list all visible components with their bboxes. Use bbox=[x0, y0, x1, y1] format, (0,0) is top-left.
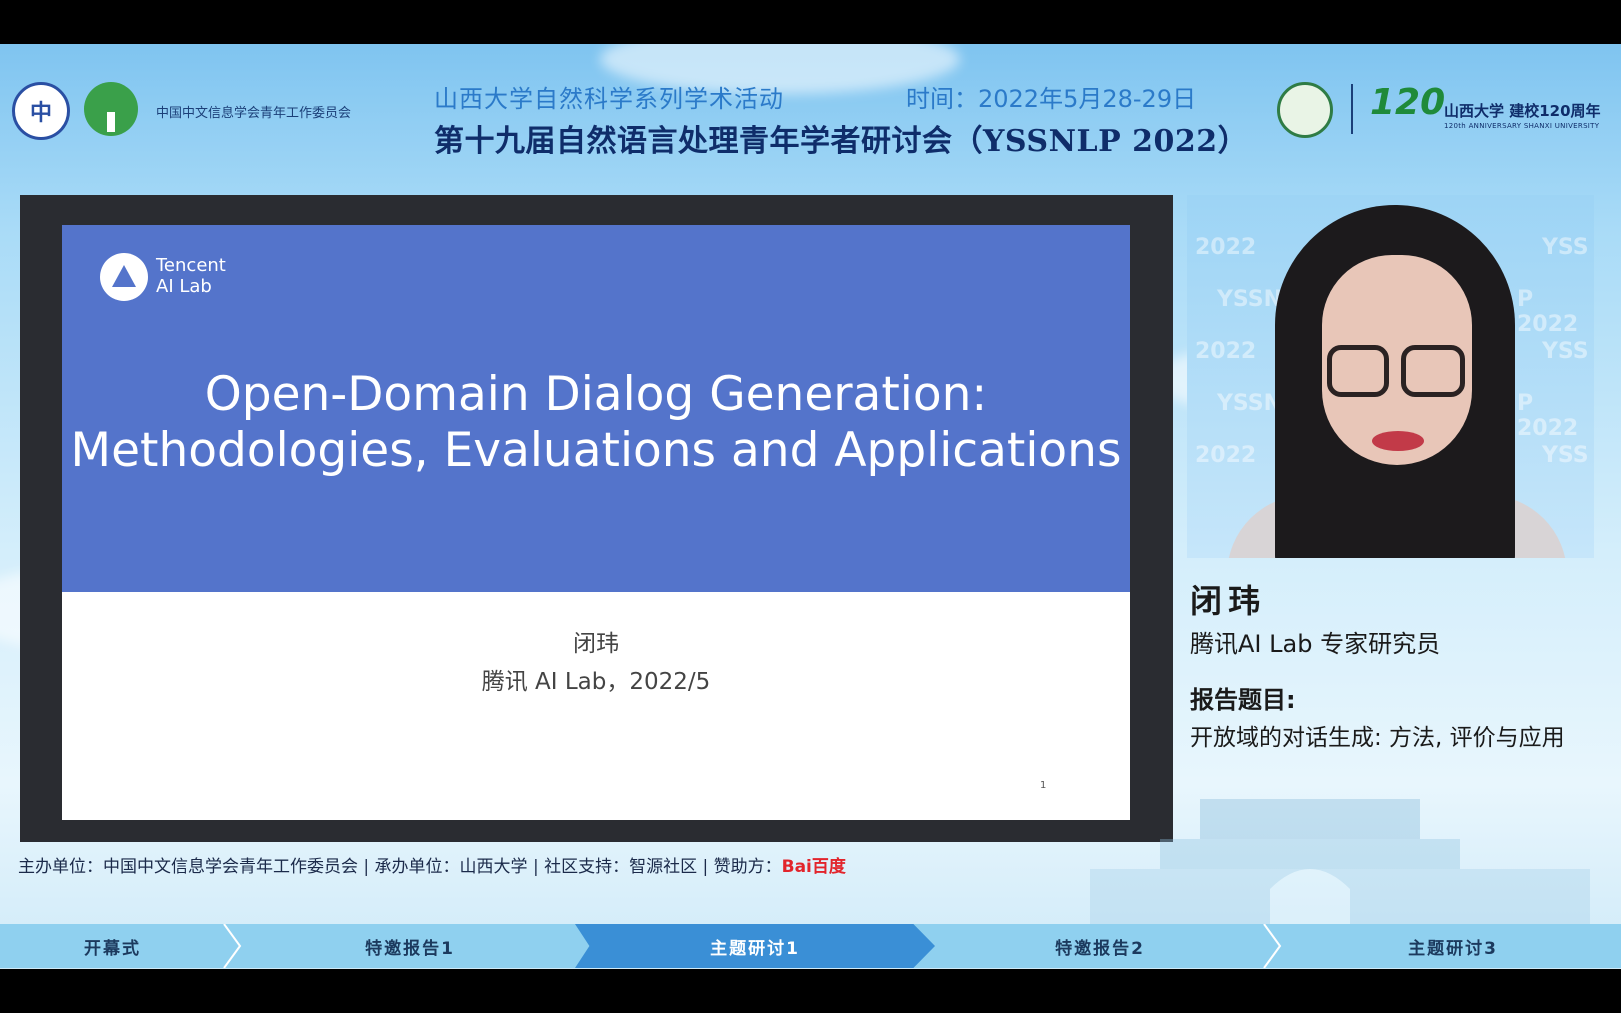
slide-viewer: Tencent AI Lab Open-Domain Dialog Genera… bbox=[20, 195, 1173, 842]
anniversary-english: 120th ANNIVERSARY SHANXI UNIVERSITY bbox=[1444, 122, 1600, 130]
nav-item-panel1[interactable]: 主题研讨1 bbox=[590, 924, 920, 968]
slide-title: Open-Domain Dialog Generation: Methodolo… bbox=[62, 367, 1130, 479]
slide-affiliation: 腾讯 AI Lab，2022/5 bbox=[481, 669, 711, 695]
chevron-right-icon bbox=[1263, 924, 1282, 968]
topic-text: 开放域的对话生成: 方法, 评价与应用 bbox=[1190, 725, 1565, 751]
nav-item-opening[interactable]: 开幕式 bbox=[0, 924, 225, 968]
sponsor-text: 主办单位：中国中文信息学会青年工作委员会 | 承办单位：山西大学 | 社区支持：… bbox=[18, 857, 782, 877]
anniversary-logo: 120 bbox=[1370, 82, 1446, 123]
header-divider bbox=[1351, 84, 1353, 134]
speaker-position: 腾讯AI Lab 专家研究员 bbox=[1190, 630, 1441, 658]
sponsor-line: 主办单位：中国中文信息学会青年工作委员会 | 承办单位：山西大学 | 社区支持：… bbox=[18, 852, 846, 877]
glasses-icon bbox=[1401, 345, 1465, 397]
university-building-illustration bbox=[1090, 799, 1590, 934]
slide-author-block: 闭玮 腾讯 AI Lab，2022/5 bbox=[62, 625, 1130, 701]
baidu-logo: Bai百度 bbox=[781, 857, 846, 877]
slide-title-line1: Open-Domain Dialog Generation: bbox=[204, 367, 988, 422]
tencent-ai-lab-brand: Tencent AI Lab bbox=[156, 255, 226, 297]
event-time: 时间：2022年5月28-29日 bbox=[906, 85, 1197, 113]
slide-page-number: 1 bbox=[1040, 780, 1047, 791]
slide-title-line2: Methodologies, Evaluations and Applicati… bbox=[70, 423, 1122, 478]
chevron-right-icon bbox=[223, 924, 242, 968]
conference-frame: 中 中国中文信息学会青年工作委员会 山西大学自然科学系列学术活动 时间：2022… bbox=[0, 44, 1621, 969]
speaker-video: 2022 YSSN 2022 YSSN 2022 YSS P 2022 YSS … bbox=[1187, 195, 1594, 558]
presentation-slide: Tencent AI Lab Open-Domain Dialog Genera… bbox=[62, 225, 1130, 820]
nav-item-keynote1[interactable]: 特邀报告1 bbox=[245, 924, 575, 968]
tencent-ai-lab-icon bbox=[100, 253, 148, 301]
organizer-name: 中国中文信息学会青年工作委员会 bbox=[156, 106, 352, 121]
tree-logo bbox=[84, 82, 138, 136]
shanxi-university-seal bbox=[1277, 82, 1333, 138]
brand-line2: AI Lab bbox=[156, 276, 212, 297]
slide-title-area: Tencent AI Lab Open-Domain Dialog Genera… bbox=[62, 225, 1130, 592]
anniversary-text: 山西大学 建校120周年 bbox=[1444, 102, 1601, 120]
event-series: 山西大学自然科学系列学术活动 bbox=[434, 85, 784, 113]
speaker-lips bbox=[1372, 431, 1424, 451]
speaker-name: 闭玮 bbox=[1190, 582, 1267, 620]
glasses-icon bbox=[1327, 345, 1389, 397]
topic-label: 报告题目: bbox=[1190, 686, 1296, 714]
nav-item-panel3[interactable]: 主题研讨3 bbox=[1285, 924, 1621, 968]
slide-author: 闭玮 bbox=[573, 631, 619, 657]
event-title: 第十九届自然语言处理青年学者研讨会（YSSNLP 2022） bbox=[434, 124, 1249, 159]
brand-line1: Tencent bbox=[156, 255, 226, 276]
cips-logo: 中 bbox=[12, 82, 70, 140]
nav-item-keynote2[interactable]: 特邀报告2 bbox=[935, 924, 1265, 968]
